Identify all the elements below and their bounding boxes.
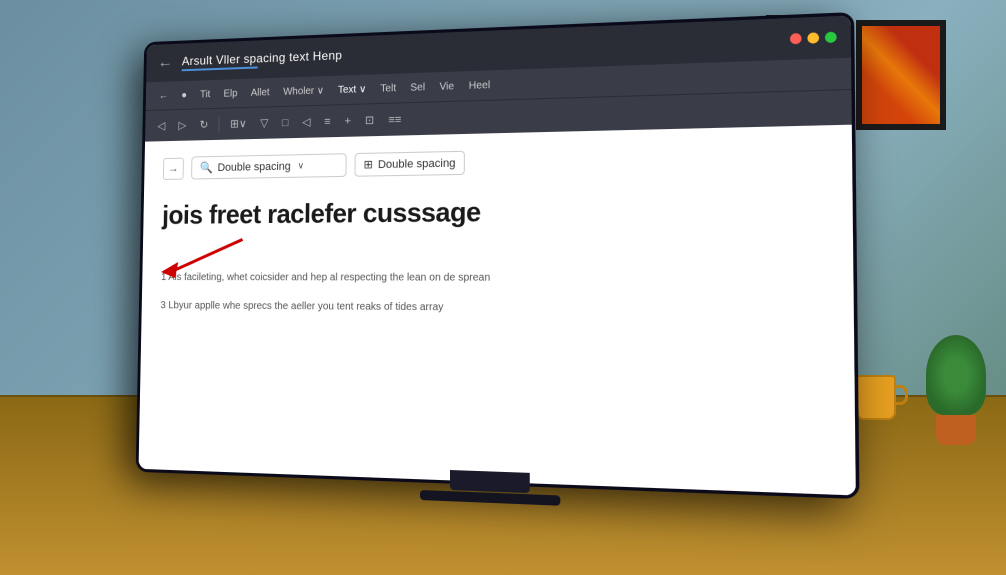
toolbar-refresh[interactable]: ↻ bbox=[195, 116, 213, 133]
menu-allet[interactable]: Allet bbox=[245, 84, 276, 100]
toolbar-back2[interactable]: ◁ bbox=[297, 113, 315, 131]
toolbar-back[interactable]: ◁ bbox=[153, 117, 171, 134]
toolbar-grid[interactable]: ⊞∨ bbox=[225, 115, 251, 133]
minimize-button[interactable] bbox=[807, 32, 819, 43]
toolbar-table[interactable]: ⊡ bbox=[360, 111, 379, 129]
red-arrow-svg bbox=[151, 229, 257, 295]
maximize-button[interactable] bbox=[825, 32, 837, 44]
badge-icon: ⊞ bbox=[364, 158, 373, 172]
search-text: Double spacing bbox=[217, 160, 290, 174]
menu-vie[interactable]: Vie bbox=[433, 78, 460, 94]
toolbar-list[interactable]: ≡ bbox=[319, 113, 335, 130]
menu-dot[interactable]: ● bbox=[176, 87, 193, 102]
monitor-wrapper: ← Arsult Vller spacing text Henp ← ● Tit… bbox=[140, 40, 840, 500]
toolbar-shape[interactable]: ▽ bbox=[255, 114, 273, 132]
body-line-1: 1 Als facileting, whet coicsider and hep… bbox=[161, 271, 830, 287]
wall-art-abstract bbox=[856, 20, 946, 130]
menu-text[interactable]: Text ∨ bbox=[332, 81, 372, 98]
menu-wholer[interactable]: Wholer ∨ bbox=[277, 83, 330, 100]
toolbar-lines[interactable]: ≡≡ bbox=[383, 111, 406, 128]
spacing-badge[interactable]: ⊞ Double spacing bbox=[354, 151, 465, 177]
toolbar-plus[interactable]: + bbox=[339, 112, 356, 129]
coffee-mug bbox=[856, 375, 896, 430]
nav-arrow-button[interactable]: → bbox=[163, 157, 184, 179]
search-icon: 🔍 bbox=[200, 161, 213, 174]
content-area: → 🔍 Double spacing ∨ ⊞ Double spacing jo… bbox=[139, 125, 856, 496]
menu-heel[interactable]: Heel bbox=[462, 77, 496, 94]
window-title: Arsult Vller spacing text Henp bbox=[182, 48, 343, 68]
menu-back[interactable]: ← bbox=[153, 88, 174, 103]
menu-telt[interactable]: Telt bbox=[374, 80, 402, 96]
plant bbox=[926, 335, 986, 435]
search-bar-row: → 🔍 Double spacing ∨ ⊞ Double spacing bbox=[163, 143, 829, 180]
search-box[interactable]: 🔍 Double spacing ∨ bbox=[191, 153, 347, 179]
menu-sel[interactable]: Sel bbox=[404, 79, 431, 95]
menu-elp[interactable]: Elp bbox=[218, 86, 243, 102]
badge-label: Double spacing bbox=[378, 157, 456, 171]
red-arrow-annotation bbox=[151, 229, 257, 301]
body-text: 1 Als facileting, whet coicsider and hep… bbox=[160, 271, 830, 319]
screen: ← Arsult Vller spacing text Henp ← ● Tit… bbox=[139, 15, 856, 495]
toolbar-forward[interactable]: ▷ bbox=[174, 117, 192, 134]
toolbar-sep-1 bbox=[219, 116, 220, 132]
back-button[interactable]: ← bbox=[158, 54, 173, 72]
monitor-stand bbox=[450, 470, 530, 493]
toolbar-square[interactable]: □ bbox=[277, 114, 293, 131]
close-button[interactable] bbox=[790, 33, 802, 44]
monitor: ← Arsult Vller spacing text Henp ← ● Tit… bbox=[136, 12, 860, 499]
search-dropdown-arrow[interactable]: ∨ bbox=[298, 160, 305, 171]
window-controls bbox=[790, 32, 837, 45]
menu-tit[interactable]: Tit bbox=[194, 86, 216, 102]
main-heading: jois freet raclefer cusssage bbox=[162, 191, 829, 231]
body-line-2: 3 Lbyur applle whe sprecs the aeller you… bbox=[160, 299, 830, 319]
